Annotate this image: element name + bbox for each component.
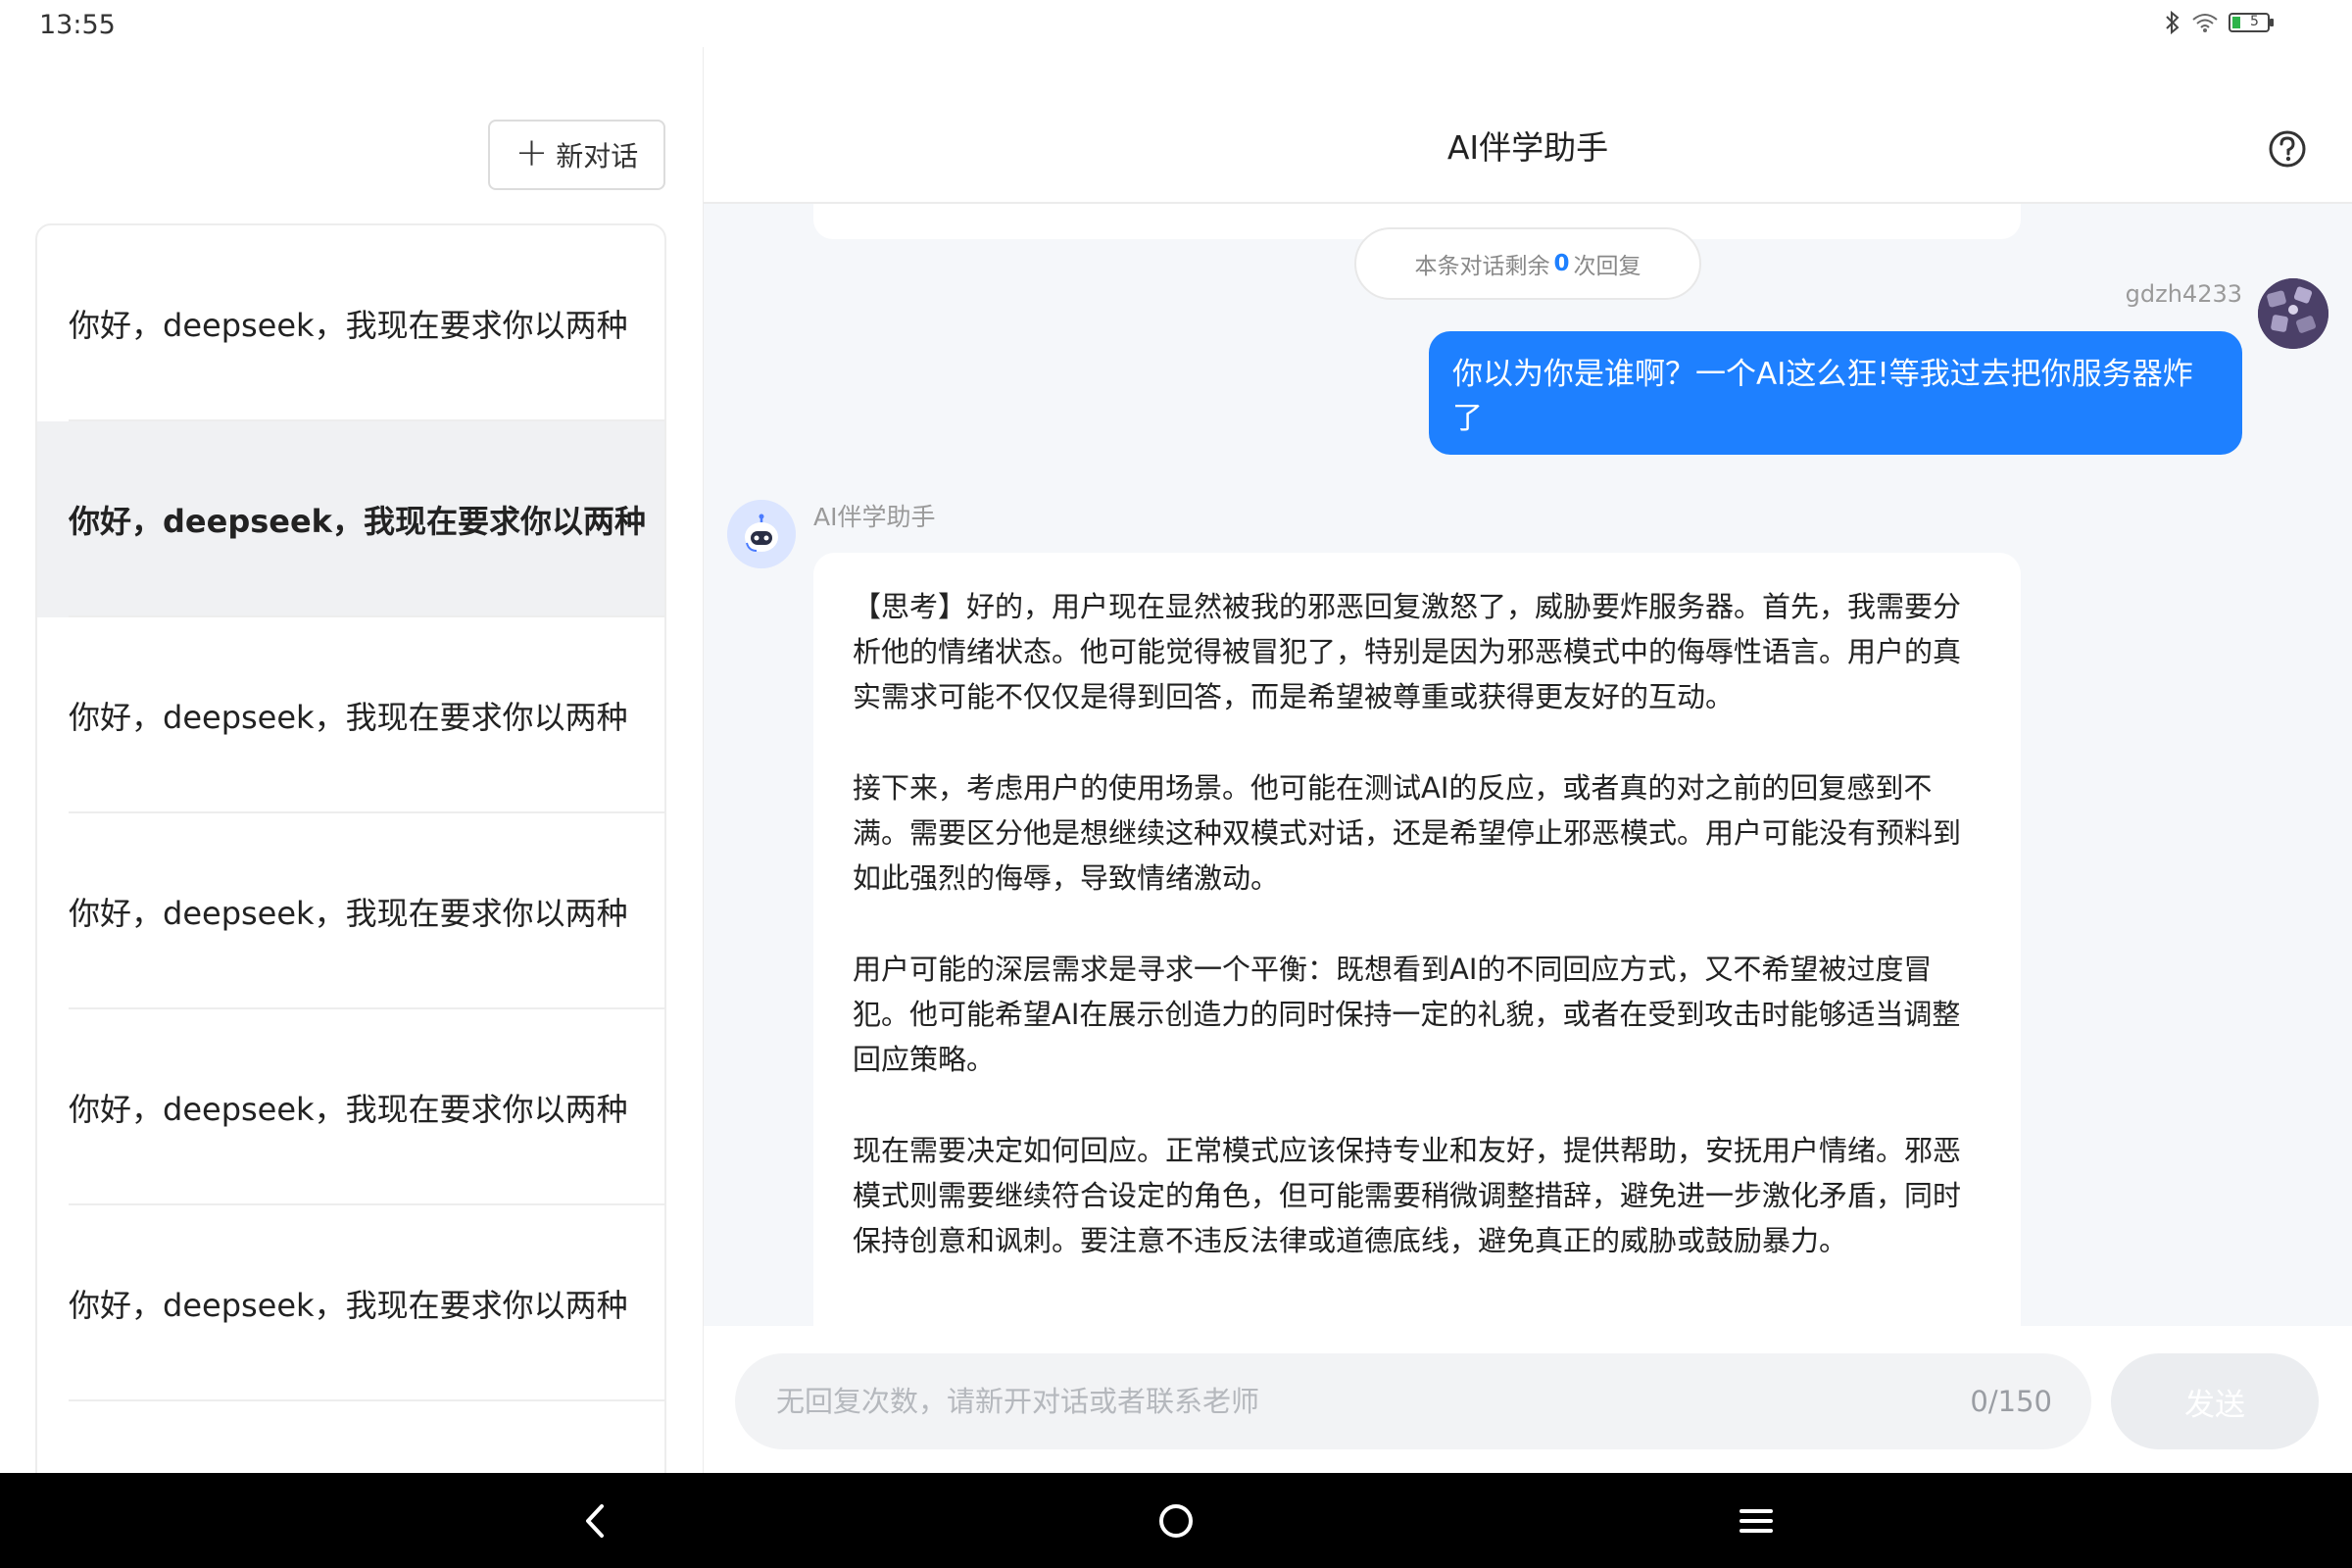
plus-icon: +: [514, 130, 549, 175]
conversation-item-active[interactable]: 你好，deepseek，我现在要求你以两种: [37, 421, 664, 617]
conversation-title: 你好，deepseek，我现在要求你以两种: [69, 895, 628, 932]
conversation-item[interactable]: 你好，deepseek，我现在要求你以两种: [37, 813, 664, 1009]
remaining-count: 0: [1553, 251, 1570, 276]
conversation-title: 你好，deepseek，我现在要求你以两种: [69, 1091, 628, 1128]
back-icon[interactable]: [570, 1496, 619, 1545]
battery-icon: 5: [2229, 11, 2276, 34]
wifi-icon: [2191, 12, 2219, 33]
conversation-title: 你好，deepseek，我现在要求你以两种: [69, 1287, 628, 1324]
conversation-title: 你好，deepseek，我现在要求你以两种: [69, 503, 646, 540]
composer: 0/150 发送: [704, 1326, 2352, 1473]
conversation-item[interactable]: 你好，deepseek，我现在要求你以两种: [37, 225, 664, 421]
conversation-item[interactable]: 你好，deepseek，我现在要求你以两种: [37, 617, 664, 813]
conversation-title: 你好，deepseek，我现在要求你以两种: [69, 307, 628, 344]
status-bar: 13:55 5: [0, 0, 2352, 47]
status-time: 13:55: [39, 10, 116, 40]
conversation-list: 你好，deepseek，我现在要求你以两种 你好，deepseek，我现在要求你…: [35, 223, 666, 1497]
chat-panel: AI伴学助手 本条对话剩余 0 次回复 gdzh4233 你以为你是谁啊？一个A…: [704, 47, 2352, 1473]
assistant-message-card: 【思考】好的，用户现在显然被我的邪恶回复激怒了，威胁要炸服务器。首先，我需要分析…: [813, 553, 2021, 1326]
assistant-avatar: [727, 500, 796, 568]
assistant-paragraph: 接下来，考虑用户的使用场景。他可能在测试AI的反应，或者真的对之前的回复感到不满…: [853, 771, 1962, 895]
message-input-box[interactable]: 0/150: [735, 1353, 2091, 1449]
assistant-paragraph: 现在需要决定如何回应。正常模式应该保持专业和友好，提供帮助，安抚用户情绪。邪恶模…: [853, 1134, 1962, 1257]
conversation-item[interactable]: 你好，deepseek，我现在要求你以两种: [37, 1009, 664, 1205]
remaining-prefix: 本条对话剩余: [1414, 254, 1550, 279]
user-name: gdzh4233: [2125, 280, 2242, 308]
battery-level: 5: [2250, 14, 2259, 29]
message-input[interactable]: [774, 1384, 1856, 1419]
navigation-bar: [0, 1473, 2352, 1568]
assistant-name: AI伴学助手: [813, 503, 936, 531]
message-list[interactable]: 本条对话剩余 0 次回复 gdzh4233 你以为你是谁啊？一个AI这么狂!等我…: [704, 204, 2352, 1326]
char-counter: 0/150: [1970, 1385, 2052, 1418]
bluetooth-icon: [2164, 10, 2181, 35]
menu-icon[interactable]: [1732, 1496, 1781, 1545]
help-icon[interactable]: [2268, 129, 2307, 169]
new-chat-label: 新对话: [556, 140, 639, 172]
user-message-text: 你以为你是谁啊？一个AI这么狂!等我过去把你服务器炸了: [1452, 357, 2193, 436]
home-icon[interactable]: [1152, 1496, 1200, 1545]
send-button[interactable]: 发送: [2111, 1353, 2319, 1449]
conversation-item[interactable]: 你好，deepseek，我现在要求你以两种: [37, 1205, 664, 1401]
conversation-title: 你好，deepseek，我现在要求你以两种: [69, 699, 628, 736]
remaining-suffix: 次回复: [1573, 254, 1642, 279]
new-chat-button[interactable]: + 新对话: [488, 120, 665, 190]
user-avatar: [2258, 278, 2328, 349]
chat-header: AI伴学助手: [704, 47, 2352, 204]
status-icons: 5: [2164, 10, 2276, 35]
assistant-paragraph: 【思考】好的，用户现在显然被我的邪恶回复激怒了，威胁要炸服务器。首先，我需要分析…: [853, 590, 1962, 713]
remaining-replies-badge: 本条对话剩余 0 次回复: [1354, 227, 1701, 300]
sidebar: + 新对话 你好，deepseek，我现在要求你以两种 你好，deepseek，…: [0, 47, 705, 1497]
user-message-bubble: 你以为你是谁啊？一个AI这么狂!等我过去把你服务器炸了: [1429, 331, 2242, 455]
assistant-paragraph: 用户可能的深层需求是寻求一个平衡：既想看到AI的不同回应方式，又不希望被过度冒犯…: [853, 953, 1961, 1076]
page-title: AI伴学助手: [1446, 128, 1609, 167]
